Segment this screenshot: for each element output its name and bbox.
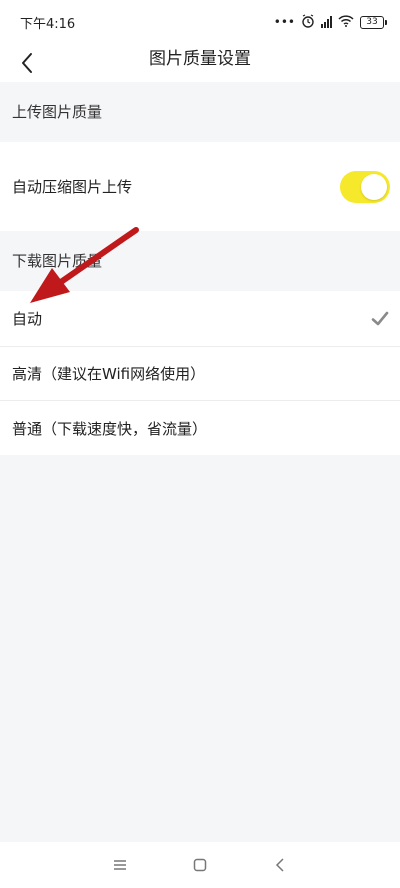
menu-icon[interactable] <box>105 850 135 880</box>
back-button[interactable] <box>10 46 44 80</box>
status-icons: ••• 33 <box>273 13 387 31</box>
alarm-icon <box>301 13 315 31</box>
checkmark-icon <box>371 311 389 325</box>
page-title: 图片质量设置 <box>149 49 251 69</box>
download-option-hd[interactable]: 高清（建议在Wifi网络使用） <box>0 347 400 401</box>
auto-compress-row[interactable]: 自动压缩图片上传 <box>0 142 400 231</box>
auto-compress-toggle[interactable] <box>340 170 390 203</box>
battery-level: 33 <box>366 17 378 27</box>
chevron-left-icon <box>22 53 32 73</box>
system-nav-bar <box>0 842 400 888</box>
back-icon[interactable] <box>265 850 295 880</box>
download-option-label: 普通（下载速度快，省流量） <box>12 419 208 438</box>
home-icon[interactable] <box>185 850 215 880</box>
download-option-normal[interactable]: 普通（下载速度快，省流量） <box>0 401 400 455</box>
auto-compress-label: 自动压缩图片上传 <box>12 178 133 196</box>
download-option-auto[interactable]: 自动 <box>0 291 400 347</box>
download-section-header: 下载图片质量 <box>0 231 400 291</box>
upload-section-header: 上传图片质量 <box>0 82 400 142</box>
wifi-icon <box>338 14 354 30</box>
battery-icon: 33 <box>360 15 387 29</box>
download-option-label: 高清（建议在Wifi网络使用） <box>12 365 206 383</box>
toggle-knob <box>361 173 387 200</box>
download-option-label: 自动 <box>12 310 43 328</box>
status-bar: 下午4:16 ••• 33 <box>0 0 400 44</box>
hd-signal-icon <box>321 16 332 28</box>
more-dots-icon: ••• <box>273 15 295 29</box>
status-time: 下午4:16 <box>20 16 76 32</box>
nav-bar: 图片质量设置 <box>0 44 400 82</box>
